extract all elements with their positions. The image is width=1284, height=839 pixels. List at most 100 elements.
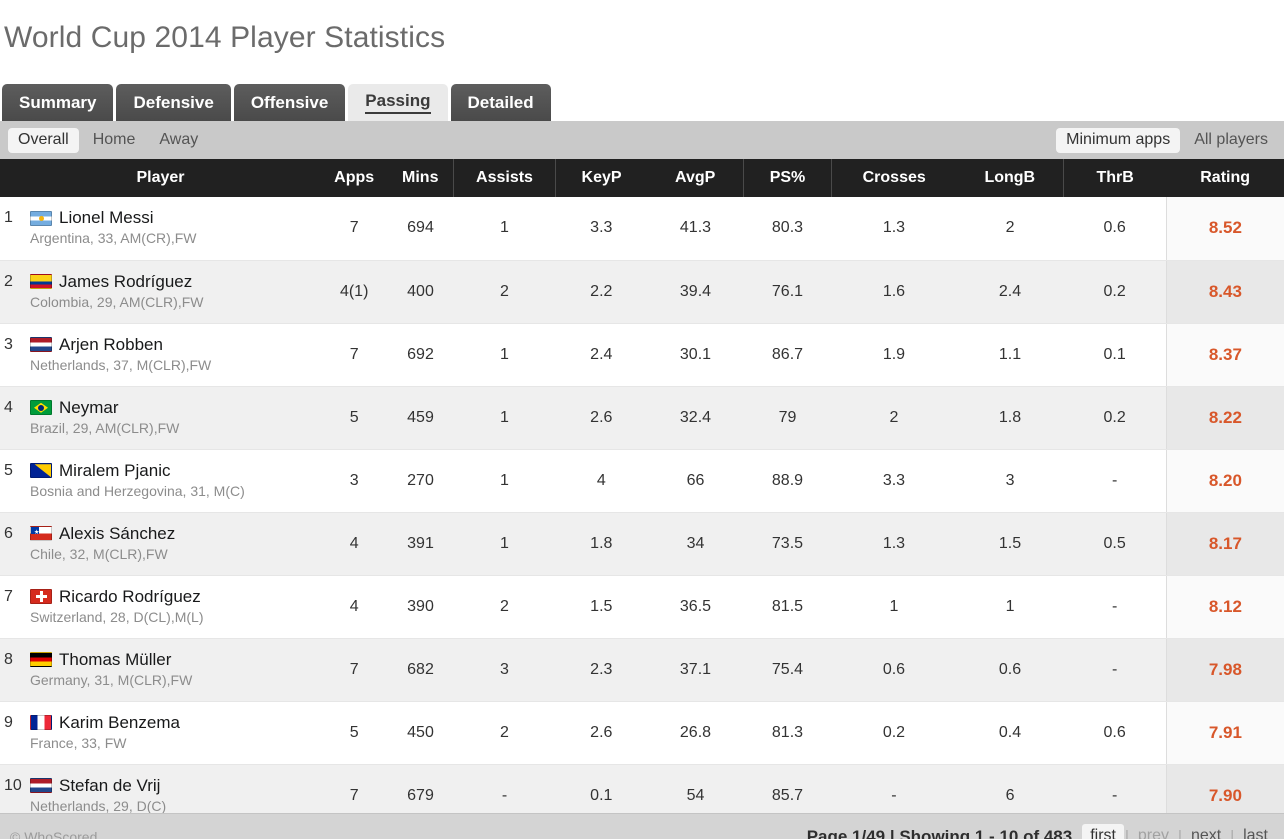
- player-name[interactable]: Alexis Sánchez: [59, 524, 175, 544]
- pagination-info: Page 1/49 | Showing 1 - 10 of 483: [806, 826, 1073, 839]
- tab-label: Defensive: [133, 92, 214, 112]
- cell-longb: 2: [956, 197, 1064, 261]
- player-name[interactable]: Neymar: [59, 398, 119, 418]
- table-header-row: Player Apps Mins Assists KeyP AvgP PS% C…: [0, 159, 1284, 198]
- cell-thrb: -: [1063, 449, 1167, 513]
- column-header-ps[interactable]: PS%: [743, 159, 832, 198]
- tab-detailed[interactable]: Detailed: [450, 84, 551, 122]
- cell-keyp: 1.5: [555, 575, 648, 639]
- player-rank: 9: [4, 713, 13, 731]
- player-name[interactable]: Arjen Robben: [59, 335, 163, 355]
- player-pool-filter-group: Minimum apps All players: [1056, 127, 1278, 153]
- cell-rating: 8.17: [1165, 512, 1284, 576]
- cell-rating: 8.37: [1165, 323, 1284, 387]
- cell-ps: 86.7: [743, 323, 832, 387]
- player-name[interactable]: Miralem Pjanic: [59, 461, 170, 481]
- column-header-player[interactable]: Player: [0, 159, 321, 198]
- cell-crosses: 1.3: [831, 197, 957, 261]
- table-row[interactable]: 1 Lionel Messi Argentina, 33, AM(CR),FW 7 69…: [0, 197, 1284, 261]
- player-name[interactable]: James Rodríguez: [59, 272, 192, 292]
- cell-crosses: 1.3: [831, 512, 957, 576]
- player-cell: 6 Alexis Sánchez Chile, 32, M(CLR),FW: [0, 512, 321, 576]
- cell-assists: 2: [453, 701, 556, 765]
- pager-link-next[interactable]: next: [1183, 824, 1229, 839]
- cell-ps: 76.1: [743, 260, 832, 324]
- column-header-thrb[interactable]: ThrB: [1063, 159, 1167, 198]
- filter-minimum-apps[interactable]: Minimum apps: [1056, 127, 1181, 153]
- player-name[interactable]: Thomas Müller: [59, 650, 171, 670]
- table-row[interactable]: 5 Miralem Pjanic Bosnia and Herzegovina, 3…: [0, 449, 1284, 513]
- column-header-crosses[interactable]: Crosses: [830, 159, 957, 198]
- filter-away[interactable]: Away: [149, 128, 208, 153]
- flag-icon-chile: [30, 526, 52, 542]
- tab-passing[interactable]: Passing: [348, 84, 448, 122]
- table-row[interactable]: 2 James Rodríguez Colombia, 29, AM(CLR),FW…: [0, 260, 1284, 324]
- cell-ps: 88.9: [743, 449, 832, 513]
- cell-assists: 1: [453, 323, 556, 387]
- cell-avgp: 32.4: [647, 386, 744, 450]
- cell-mins: 270: [387, 449, 454, 513]
- filter-all-players[interactable]: All players: [1184, 128, 1278, 153]
- player-name[interactable]: Ricardo Rodríguez: [59, 587, 201, 607]
- player-rank: 8: [4, 650, 13, 668]
- column-header-keyp[interactable]: KeyP: [554, 159, 648, 198]
- tab-label: Summary: [19, 92, 97, 112]
- tab-offensive[interactable]: Offensive: [233, 84, 346, 122]
- table-row[interactable]: 6 Alexis Sánchez Chile, 32, M(CLR),FW 4 391 1…: [0, 512, 1284, 576]
- tab-defensive[interactable]: Defensive: [116, 84, 231, 122]
- table-row[interactable]: 3 Arjen Robben Netherlands, 37, M(CLR),FW 7…: [0, 323, 1284, 387]
- table-row[interactable]: 9 Karim Benzema France, 33, FW 5 450 2 2.6 26.8…: [0, 701, 1284, 765]
- column-header-assists[interactable]: Assists: [453, 159, 556, 198]
- cell-assists: 2: [453, 575, 556, 639]
- player-statistics-table: Player Apps Mins Assists KeyP AvgP PS% C…: [0, 159, 1284, 828]
- tab-summary[interactable]: Summary: [2, 84, 114, 122]
- cell-assists: 2: [453, 260, 556, 324]
- column-header-avgp[interactable]: AvgP: [647, 159, 744, 198]
- cell-keyp: 3.3: [555, 197, 648, 261]
- player-cell: 1 Lionel Messi Argentina, 33, AM(CR),FW: [0, 197, 321, 261]
- cell-thrb: 0.2: [1063, 260, 1167, 324]
- cell-ps: 81.5: [743, 575, 832, 639]
- player-rank: 7: [4, 587, 13, 605]
- flag-icon-bosnia: [30, 463, 52, 479]
- cell-thrb: 0.6: [1063, 701, 1167, 765]
- pager-link-first[interactable]: first: [1082, 824, 1124, 839]
- player-name[interactable]: Karim Benzema: [59, 713, 180, 733]
- cell-apps: 4: [321, 512, 388, 576]
- cell-mins: 459: [387, 386, 454, 450]
- filter-overall[interactable]: Overall: [8, 127, 79, 153]
- cell-rating: 8.12: [1165, 575, 1284, 639]
- player-rank: 2: [4, 272, 13, 290]
- cell-apps: 3: [321, 449, 388, 513]
- pager-link-prev: prev: [1137, 827, 1170, 839]
- cell-thrb: 0.1: [1063, 323, 1167, 387]
- column-header-rating[interactable]: Rating: [1166, 159, 1284, 198]
- player-name[interactable]: Stefan de Vrij: [59, 776, 160, 796]
- page-title: World Cup 2014 Player Statistics: [4, 21, 446, 55]
- cell-avgp: 26.8: [647, 701, 744, 765]
- cell-avgp: 66: [647, 449, 744, 513]
- player-meta: Netherlands, 29, D(C): [30, 797, 167, 814]
- column-header-mins[interactable]: Mins: [387, 159, 454, 198]
- pager-link-last[interactable]: last: [1235, 824, 1276, 839]
- player-cell: 7 Ricardo Rodríguez Switzerland, 28, D(CL)…: [0, 575, 321, 639]
- player-name[interactable]: Lionel Messi: [59, 208, 154, 228]
- table-row[interactable]: 4 Neymar Brazil, 29, AM(CLR),FW 5 459 1 2.6 32.…: [0, 386, 1284, 450]
- flag-icon-france: [30, 715, 52, 731]
- player-meta: Switzerland, 28, D(CL),M(L): [30, 608, 204, 625]
- table-row[interactable]: 7 Ricardo Rodríguez Switzerland, 28, D(CL)…: [0, 575, 1284, 639]
- cell-ps: 81.3: [743, 701, 832, 765]
- column-header-longb[interactable]: LongB: [956, 159, 1064, 198]
- player-cell: 9 Karim Benzema France, 33, FW: [0, 701, 321, 765]
- cell-longb: 3: [956, 449, 1064, 513]
- cell-longb: 2.4: [956, 260, 1064, 324]
- filter-home[interactable]: Home: [83, 128, 146, 153]
- column-header-apps[interactable]: Apps: [321, 159, 388, 198]
- player-rank: 3: [4, 335, 13, 353]
- cell-mins: 400: [387, 260, 454, 324]
- cell-crosses: 2: [831, 386, 957, 450]
- table-row[interactable]: 8 Thomas Müller Germany, 31, M(CLR),FW 7 682…: [0, 638, 1284, 702]
- player-statistics-page: World Cup 2014 Player Statistics Summary…: [0, 20, 1284, 839]
- player-meta: Brazil, 29, AM(CLR),FW: [30, 419, 180, 436]
- cell-keyp: 1.8: [555, 512, 648, 576]
